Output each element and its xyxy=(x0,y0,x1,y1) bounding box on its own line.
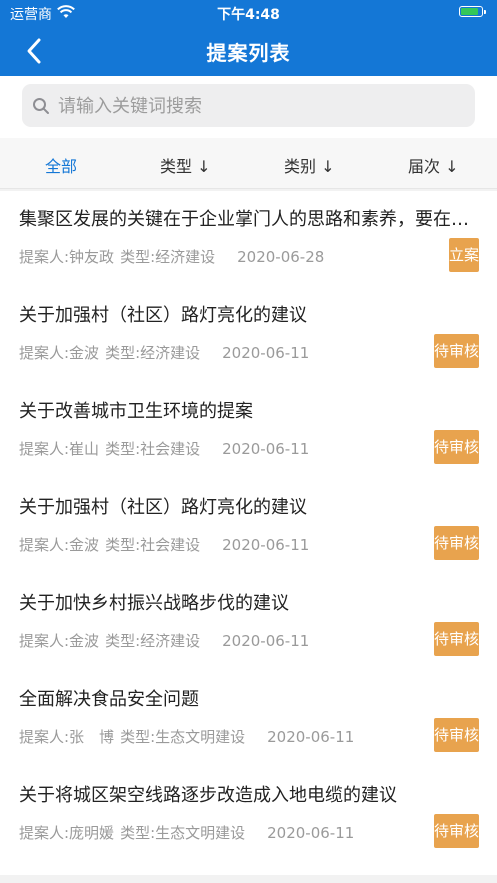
proposal-title: 关于将城区架空线路逐步改造成入地电缆的建议 xyxy=(19,785,397,806)
proposal-date: 2020-06-11 xyxy=(222,536,310,554)
proposal-date: 2020-06-11 xyxy=(222,632,310,650)
proposal-title: 关于加强村（社区）路灯亮化的建议 xyxy=(19,497,307,518)
filter-session[interactable]: 届次 ↓ xyxy=(408,153,459,177)
filter-all[interactable]: 全部 xyxy=(45,153,77,177)
proposal-type: 类型:经济建设 xyxy=(105,344,201,362)
proposal-type: 类型:经济建设 xyxy=(105,632,201,650)
proposer: 提案人:钟友政 xyxy=(19,248,115,266)
proposal-meta: 提案人:金波 类型:经济建设 2020-06-11 xyxy=(19,342,315,363)
list-item[interactable]: 全面解决食品安全问题 提案人:张 博类型:生态文明建设 2020-06-11 待审… xyxy=(0,671,497,767)
proposal-type: 类型:社会建设 xyxy=(105,440,201,458)
search-bar xyxy=(0,76,497,138)
app-header: 运营商 下午4:48 提案列表 xyxy=(0,0,497,76)
proposal-date: 2020-06-11 xyxy=(267,824,355,842)
battery-fill xyxy=(461,8,479,15)
list-item[interactable]: 关于加强村（社区）路灯亮化的建议 提案人:金波 类型:社会建设 2020-06-11… xyxy=(0,479,497,575)
status-bar: 运营商 下午4:48 xyxy=(0,0,497,26)
status-badge: 待审核 xyxy=(434,814,479,848)
status-badge: 待审核 xyxy=(434,334,479,368)
proposer: 提案人:金波 xyxy=(19,536,100,554)
proposal-type: 类型:社会建设 xyxy=(105,536,201,554)
search-box[interactable] xyxy=(22,84,475,129)
proposal-title: 集聚区发展的关键在于企业掌门人的思路和素养，要在建设和发展中提升 xyxy=(19,209,469,230)
proposal-title: 关于加强村（社区）路灯亮化的建议 xyxy=(19,305,307,326)
proposal-meta: 提案人:庞明媛 类型:生态文明建设 2020-06-11 xyxy=(19,822,360,843)
proposal-meta: 提案人:金波 类型:经济建设 2020-06-11 xyxy=(19,630,315,651)
proposal-meta: 提案人:张 博类型:生态文明建设 2020-06-11 xyxy=(19,726,360,747)
proposal-title: 关于加快乡村振兴战略步伐的建议 xyxy=(19,593,289,614)
proposal-type: 类型:生态文明建设 xyxy=(120,824,246,842)
battery-cap xyxy=(484,10,486,14)
list-item[interactable]: 关于将城区架空线路逐步改造成入地电缆的建议 提案人:庞明媛 类型:生态文明建设 20… xyxy=(0,767,497,863)
proposal-meta: 提案人:崔山 类型:社会建设 2020-06-11 xyxy=(19,438,315,459)
filter-tabs: 全部 类型 ↓ 类别 ↓ 届次 ↓ xyxy=(0,138,497,189)
proposal-type: 类型:生态文明建设 xyxy=(120,728,246,746)
proposer: 提案人:张 博 xyxy=(19,728,115,746)
list-item[interactable]: 关于加快乡村振兴战略步伐的建议 提案人:金波 类型:经济建设 2020-06-11 … xyxy=(0,575,497,671)
status-badge: 待审核 xyxy=(434,526,479,560)
filter-category[interactable]: 类别 ↓ xyxy=(284,153,335,177)
page-title: 提案列表 xyxy=(206,41,291,65)
bottom-spacer xyxy=(0,875,497,883)
status-badge: 待审核 xyxy=(434,718,479,752)
proposer: 提案人:庞明媛 xyxy=(19,824,115,842)
proposer: 提案人:崔山 xyxy=(19,440,100,458)
search-input[interactable] xyxy=(56,84,460,129)
list-item[interactable]: 集聚区发展的关键在于企业掌门人的思路和素养，要在建设和发展中提升 提案人:钟友政… xyxy=(0,191,497,287)
proposal-list: 集聚区发展的关键在于企业掌门人的思路和素养，要在建设和发展中提升 提案人:钟友政… xyxy=(0,191,497,875)
proposal-type: 类型:经济建设 xyxy=(120,248,216,266)
status-time: 下午4:48 xyxy=(217,7,280,23)
proposer: 提案人:金波 xyxy=(19,344,100,362)
battery-icon xyxy=(459,6,486,17)
proposal-date: 2020-06-28 xyxy=(237,248,325,266)
filter-type[interactable]: 类型 ↓ xyxy=(160,153,211,177)
status-badge: 待审核 xyxy=(434,622,479,656)
proposal-date: 2020-06-11 xyxy=(222,344,310,362)
proposal-meta: 提案人:钟友政 类型:经济建设 2020-06-28 xyxy=(19,246,330,267)
proposal-date: 2020-06-11 xyxy=(267,728,355,746)
status-badge: 立案 xyxy=(449,238,479,272)
list-item[interactable]: 关于改善城市卫生环境的提案 提案人:崔山 类型:社会建设 2020-06-11 待审… xyxy=(0,383,497,479)
proposal-meta: 提案人:金波 类型:社会建设 2020-06-11 xyxy=(19,534,315,555)
proposal-title: 全面解决食品安全问题 xyxy=(19,689,199,710)
list-item[interactable]: 关于加强村（社区）路灯亮化的建议 提案人:金波 类型:经济建设 2020-06-11… xyxy=(0,287,497,383)
proposal-title: 关于改善城市卫生环境的提案 xyxy=(19,401,253,422)
status-badge: 待审核 xyxy=(434,430,479,464)
search-icon xyxy=(33,98,49,114)
proposer: 提案人:金波 xyxy=(19,632,100,650)
proposal-date: 2020-06-11 xyxy=(222,440,310,458)
